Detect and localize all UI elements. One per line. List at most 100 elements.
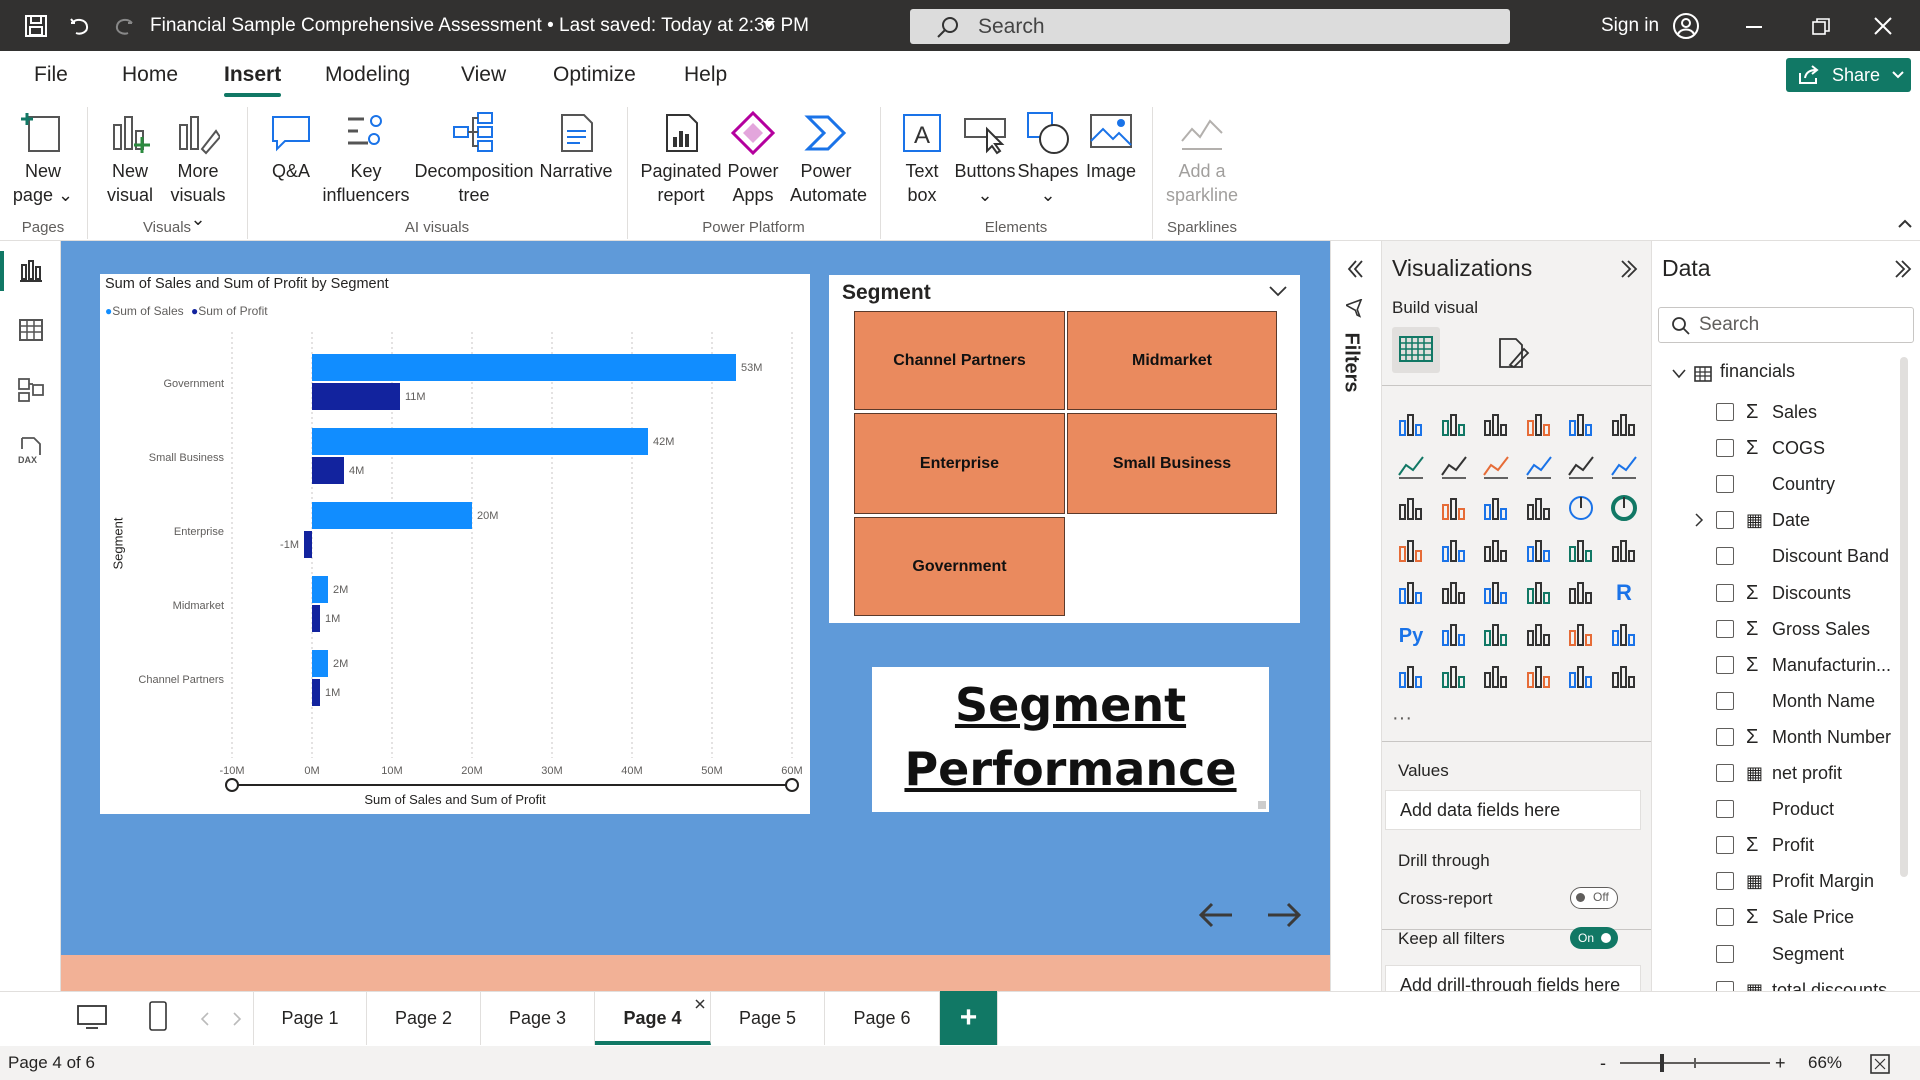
tab-view[interactable]: View: [461, 63, 506, 87]
tab-help[interactable]: Help: [684, 63, 727, 87]
filters-pane-collapsed[interactable]: Filters: [1330, 241, 1381, 1051]
clustered-column-chart-icon[interactable]: [1524, 409, 1554, 439]
zoom-in-button[interactable]: +: [1775, 1046, 1786, 1080]
card-new-icon[interactable]: [1439, 661, 1469, 691]
azure-map-icon[interactable]: [1524, 535, 1554, 565]
stacked-column-chart-icon[interactable]: [1439, 409, 1469, 439]
decomposition-tree-icon[interactable]: [1481, 619, 1511, 649]
more-visuals-ellipsis[interactable]: ···: [1392, 707, 1412, 730]
line-chart-icon[interactable]: [1396, 451, 1426, 481]
field-checkbox[interactable]: [1716, 872, 1734, 891]
narrative-button[interactable]: Narrative: [535, 111, 617, 183]
power-automate-button[interactable]: Power Automate: [790, 111, 867, 207]
field-sale-price[interactable]: Sale Price: [1772, 902, 1854, 932]
bar-sales[interactable]: [312, 502, 472, 529]
100pct-stacked-area-chart-icon[interactable]: [1524, 451, 1554, 481]
narrative-icon[interactable]: [1566, 619, 1596, 649]
data-scrollbar[interactable]: [1900, 357, 1908, 877]
key-influencers-button[interactable]: Key influencers: [318, 111, 414, 207]
collapse-visualizations-icon[interactable]: [1618, 259, 1638, 279]
area-chart-icon[interactable]: [1439, 451, 1469, 481]
page-tab-1[interactable]: Page 1: [253, 991, 367, 1045]
kpi-icon[interactable]: [1439, 577, 1469, 607]
field-checkbox[interactable]: [1716, 727, 1734, 746]
multi-row-card-icon[interactable]: [1396, 577, 1426, 607]
scroll-right-icon[interactable]: [232, 1012, 242, 1026]
forward-arrow-icon[interactable]: [1266, 900, 1302, 930]
waterfall-chart-icon[interactable]: [1439, 493, 1469, 523]
field-date[interactable]: Date: [1772, 505, 1810, 535]
field-checkbox[interactable]: [1716, 475, 1734, 494]
field-checkbox[interactable]: [1716, 619, 1734, 638]
bar-profit[interactable]: [312, 457, 344, 484]
tab-optimize[interactable]: Optimize: [553, 63, 636, 87]
metrics-icon[interactable]: [1609, 619, 1639, 649]
power-apps-button[interactable]: Power Apps: [720, 111, 786, 207]
100pct-stacked-column-chart-icon[interactable]: [1609, 409, 1639, 439]
zoom-out-button[interactable]: -: [1600, 1046, 1606, 1080]
page-tab-5[interactable]: Page 5: [711, 991, 825, 1045]
pie-chart-icon[interactable]: [1566, 493, 1596, 523]
bar-profit[interactable]: [312, 679, 320, 706]
paginated-report-button[interactable]: Paginated report: [635, 111, 727, 207]
collapse-ribbon-icon[interactable]: [1898, 219, 1912, 229]
page-tab-6[interactable]: Page 6: [825, 991, 940, 1045]
qna-button[interactable]: Q&A: [258, 111, 324, 183]
field-profit[interactable]: Profit: [1772, 830, 1814, 860]
field-manufacturin-[interactable]: Manufacturin...: [1772, 650, 1891, 680]
close-page-icon[interactable]: [695, 999, 705, 1009]
bar-sales[interactable]: [312, 354, 736, 381]
field-segment[interactable]: Segment: [1772, 939, 1844, 969]
field-cogs[interactable]: COGS: [1772, 433, 1825, 463]
slicer-tile-government[interactable]: Government: [854, 517, 1065, 616]
share-button[interactable]: Share: [1786, 58, 1911, 92]
field-discounts[interactable]: Discounts: [1772, 578, 1851, 608]
tab-insert[interactable]: Insert: [224, 63, 282, 97]
slicer-tile-channel-partners[interactable]: Channel Partners: [854, 311, 1065, 410]
field-checkbox[interactable]: [1716, 511, 1734, 530]
scroll-left-icon[interactable]: [200, 1012, 210, 1026]
paginated-report-icon[interactable]: [1396, 661, 1426, 691]
bar-sales[interactable]: [312, 428, 648, 455]
user-avatar-icon[interactable]: [1672, 12, 1700, 40]
table-view-icon[interactable]: [18, 317, 44, 343]
add-page-button[interactable]: +: [940, 991, 998, 1045]
bar-profit[interactable]: [312, 383, 400, 410]
chevron-down-icon[interactable]: [1672, 369, 1686, 379]
field-checkbox[interactable]: [1716, 764, 1734, 782]
cross-report-toggle[interactable]: Off: [1570, 887, 1618, 909]
field-discount-band[interactable]: Discount Band: [1772, 541, 1889, 571]
field-gross-sales[interactable]: Gross Sales: [1772, 614, 1870, 644]
field-checkbox[interactable]: [1716, 655, 1734, 674]
r-script-visual-icon[interactable]: R: [1609, 577, 1639, 607]
power-automate-icon[interactable]: [1609, 661, 1639, 691]
decomposition-tree-button[interactable]: Decomposition tree: [413, 111, 535, 207]
title-text-box[interactable]: Segment Performance: [872, 667, 1269, 812]
fit-to-page-icon[interactable]: [1870, 1054, 1890, 1074]
data-search-input[interactable]: Search: [1658, 307, 1914, 343]
minimize-icon[interactable]: [1746, 26, 1762, 28]
field-checkbox[interactable]: [1716, 403, 1734, 421]
treemap-icon[interactable]: [1396, 535, 1426, 565]
zoom-slider-thumb[interactable]: [1660, 1054, 1664, 1072]
table-icon[interactable]: [1524, 577, 1554, 607]
slicer-tile-enterprise[interactable]: Enterprise: [854, 413, 1065, 514]
field-checkbox[interactable]: [1716, 439, 1734, 458]
field-profit-margin[interactable]: Profit Margin: [1772, 866, 1874, 896]
restore-icon[interactable]: [1812, 18, 1830, 36]
card-icon[interactable]: [1609, 535, 1639, 565]
model-view-icon[interactable]: [18, 377, 44, 403]
chevron-right-icon[interactable]: [1694, 513, 1704, 527]
bar-profit[interactable]: [312, 605, 320, 632]
button-slicer-icon[interactable]: [1481, 661, 1511, 691]
table-name[interactable]: financials: [1720, 361, 1795, 382]
report-view-icon[interactable]: [18, 257, 44, 283]
bar-sales[interactable]: [312, 650, 328, 677]
field-checkbox[interactable]: [1716, 800, 1734, 819]
stacked-area-chart-icon[interactable]: [1481, 451, 1511, 481]
new-page-button[interactable]: New page ⌄: [10, 111, 76, 207]
tab-home[interactable]: Home: [122, 63, 178, 87]
page-tab-3[interactable]: Page 3: [481, 991, 595, 1045]
close-icon[interactable]: [1874, 17, 1892, 35]
filled-map-icon[interactable]: [1481, 535, 1511, 565]
